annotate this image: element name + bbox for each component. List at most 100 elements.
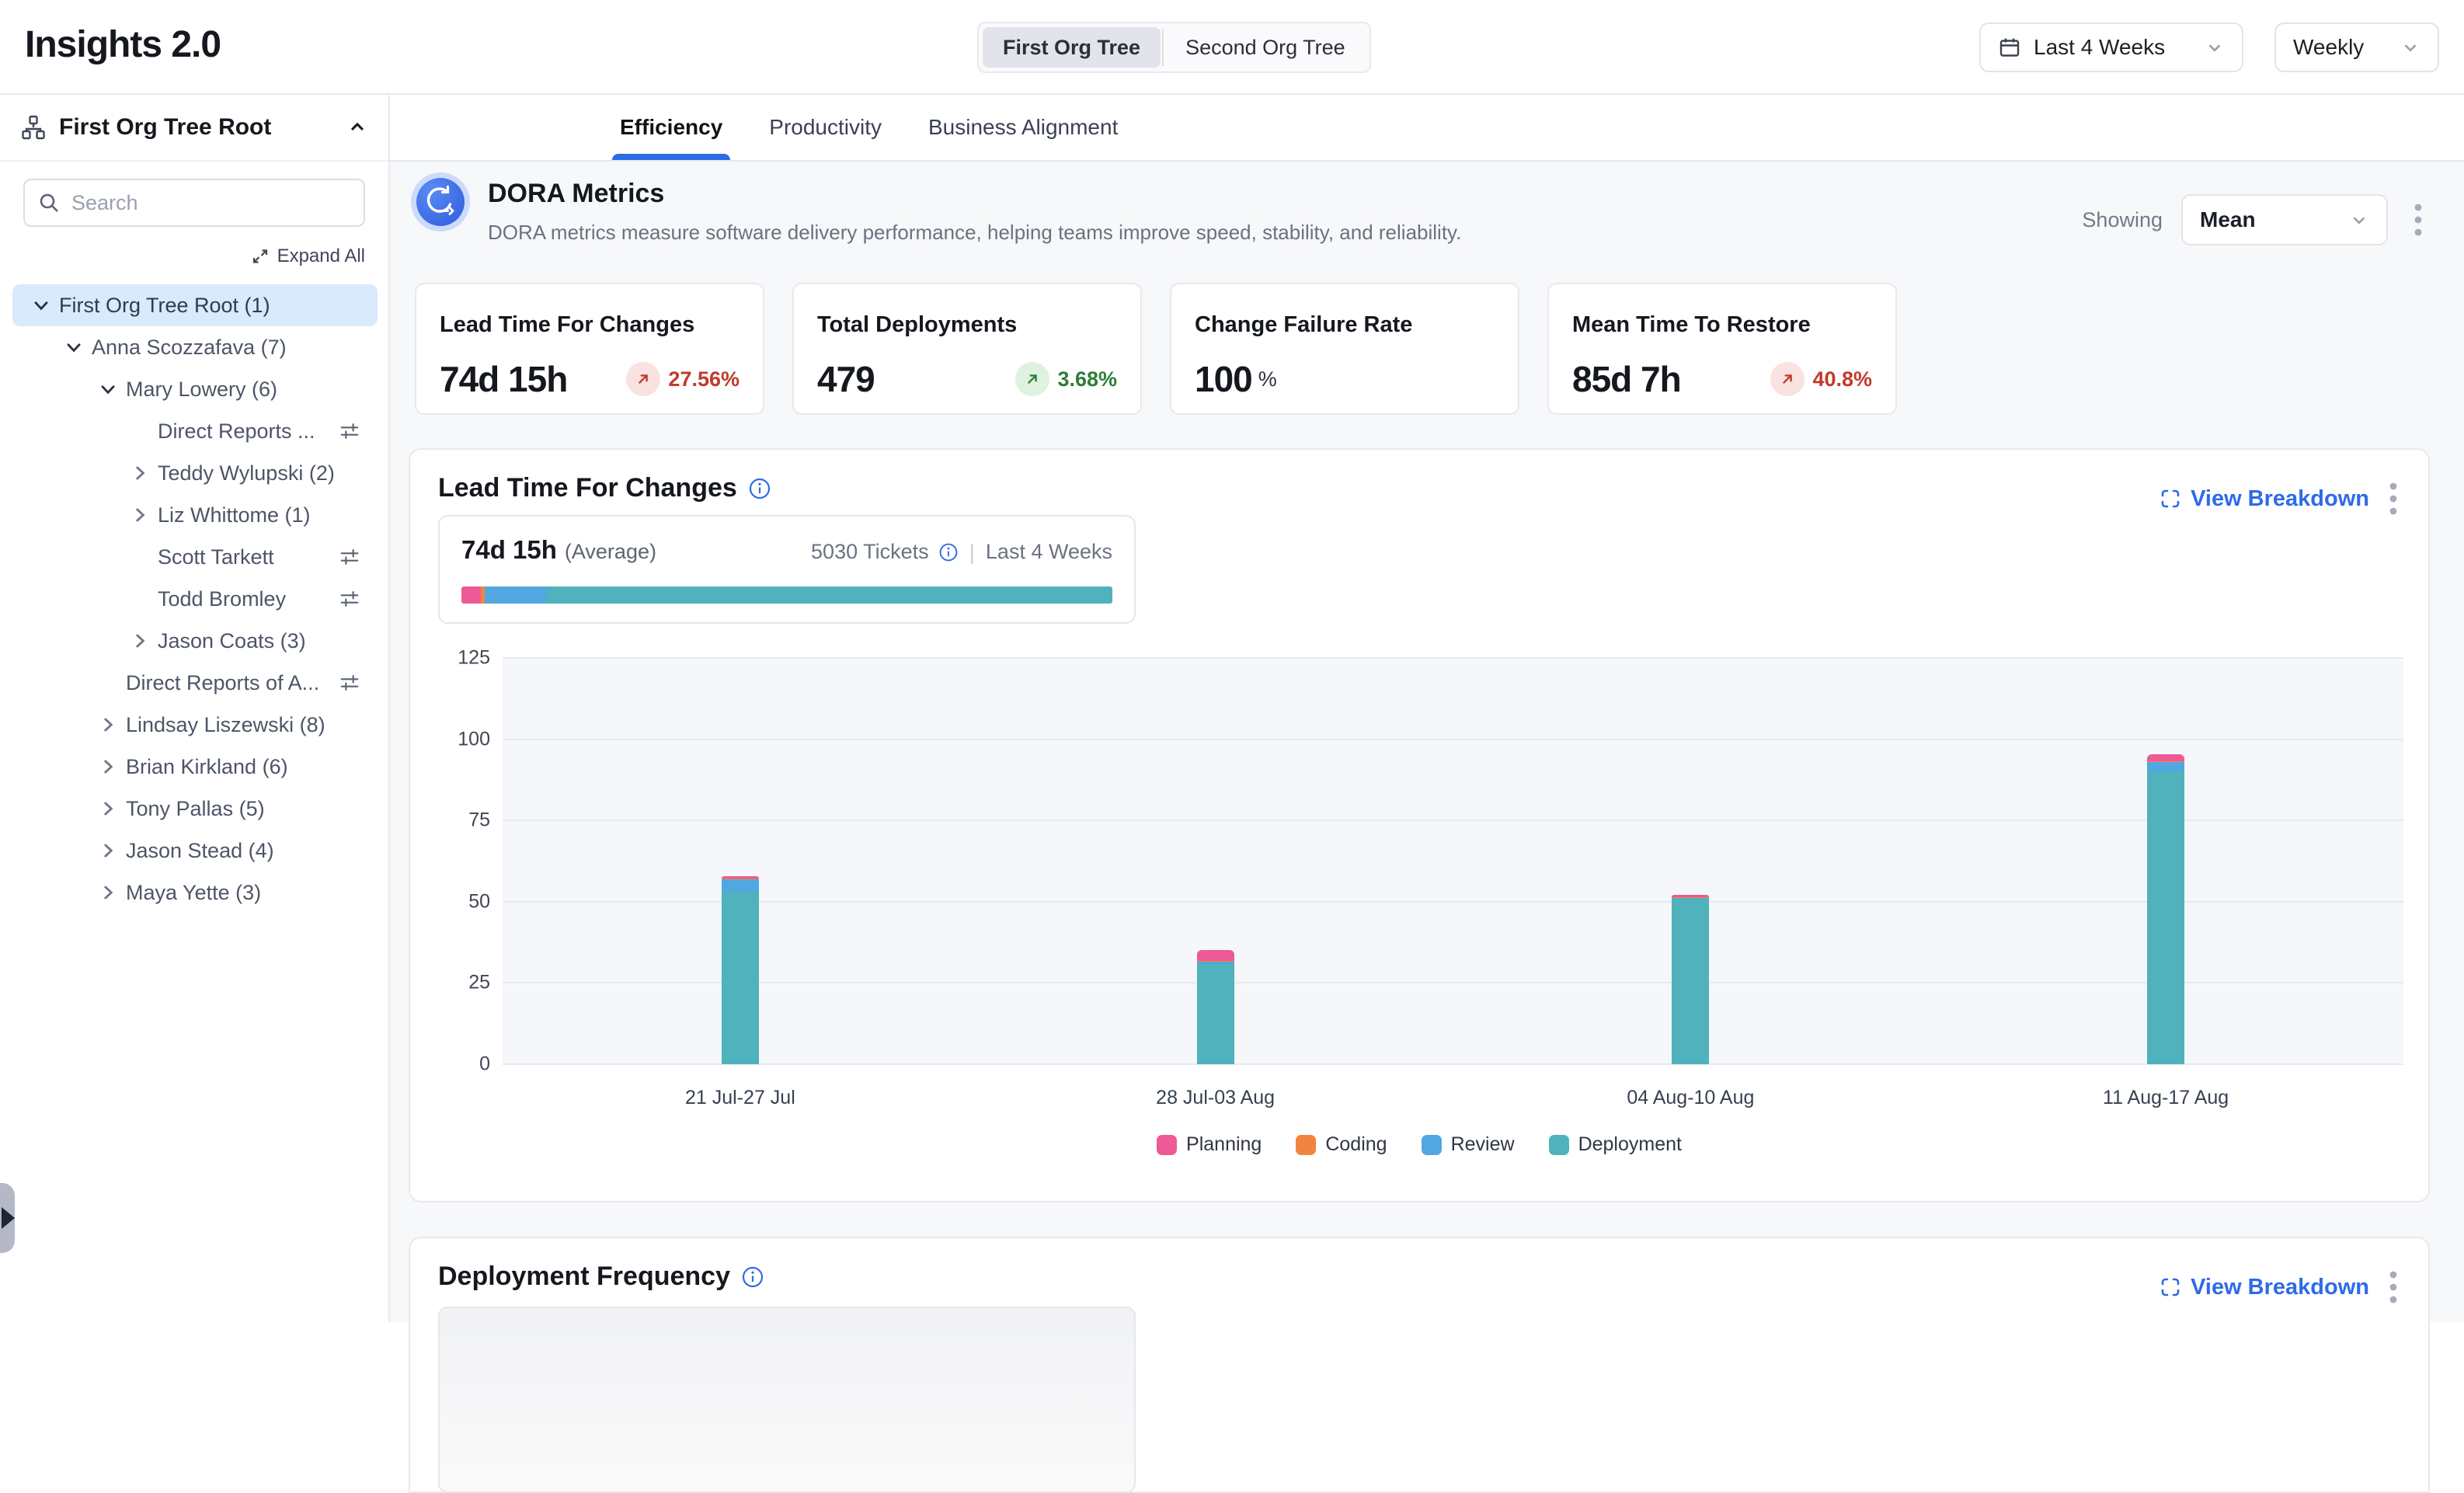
chevron-down-icon[interactable] — [98, 379, 118, 399]
tab-efficiency[interactable]: Efficiency — [620, 95, 722, 160]
tree-item-label: Direct Reports of A... — [126, 671, 319, 695]
expand-icon — [251, 247, 270, 266]
metric-card: Change Failure Rate100% — [1170, 283, 1519, 415]
summary-period: Last 4 Weeks — [986, 540, 1112, 564]
org-tree-toggle: First Org TreeSecond Org Tree — [977, 22, 1371, 73]
dora-kebab-menu[interactable] — [2407, 199, 2430, 241]
chart-bar[interactable] — [2147, 658, 2184, 1064]
chevron-down-icon[interactable] — [64, 337, 84, 357]
search-input[interactable] — [71, 191, 351, 215]
lead-time-kebab-menu[interactable] — [2382, 478, 2405, 520]
trend-badge: 40.8% — [1770, 362, 1872, 396]
chevron-right-icon[interactable] — [98, 882, 118, 903]
date-range-select[interactable]: Last 4 Weeks — [1979, 23, 2243, 72]
chart-legend: Planning Coding Review Deployment — [410, 1133, 2428, 1156]
legend-item-planning[interactable]: Planning — [1157, 1133, 1262, 1156]
chevron-down-icon[interactable] — [31, 295, 51, 315]
chevron-right-icon[interactable] — [98, 799, 118, 819]
legend-item-review[interactable]: Review — [1422, 1133, 1515, 1156]
trend-delta: 3.68% — [1057, 367, 1117, 392]
tree-item[interactable]: Todd Bromley — [12, 578, 378, 620]
tree-item[interactable]: Scott Tarkett — [12, 536, 378, 578]
tree-item-label: Brian Kirkland (6) — [126, 755, 288, 779]
view-breakdown-button[interactable]: View Breakdown — [2159, 486, 2369, 512]
tree-item[interactable]: Jason Coats (3) — [12, 620, 378, 662]
tree-item[interactable]: Liz Whittome (1) — [12, 494, 378, 536]
info-icon[interactable] — [741, 1265, 764, 1289]
tree-item[interactable]: Teddy Wylupski (2) — [12, 452, 378, 494]
filter-sliders-icon[interactable] — [339, 588, 360, 610]
y-axis-tick: 50 — [428, 890, 490, 913]
showing-select[interactable]: Mean — [2181, 194, 2388, 245]
tree-item[interactable]: Maya Yette (3) — [12, 872, 378, 914]
tree-item-label: Direct Reports ... — [158, 419, 315, 444]
tree-item[interactable]: Mary Lowery (6) — [12, 368, 378, 410]
filter-sliders-icon[interactable] — [339, 420, 360, 442]
chevron-right-icon[interactable] — [98, 840, 118, 861]
chevron-right-icon[interactable] — [98, 757, 118, 777]
legend-item-coding[interactable]: Coding — [1296, 1133, 1387, 1156]
chevron-right-icon[interactable] — [98, 715, 118, 735]
tab-business-alignment[interactable]: Business Alignment — [928, 95, 1118, 160]
chevron-right-icon[interactable] — [130, 463, 150, 483]
chevron-right-icon[interactable] — [130, 505, 150, 525]
tree-item[interactable]: Direct Reports ... — [12, 410, 378, 452]
gridline — [503, 901, 2403, 903]
filter-sliders-icon[interactable] — [339, 546, 360, 568]
bar-segment-deployment — [1197, 963, 1234, 1064]
tree-item-label: Jason Stead (4) — [126, 839, 274, 863]
legend-item-deployment[interactable]: Deployment — [1549, 1133, 1682, 1156]
expand-all-button[interactable]: Expand All — [251, 245, 365, 267]
filter-sliders-icon[interactable] — [339, 672, 360, 694]
chevron-right-icon[interactable] — [130, 631, 150, 651]
org-tree-toggle-option[interactable]: First Org Tree — [983, 27, 1161, 68]
tree-item[interactable]: First Org Tree Root (1) — [12, 284, 378, 326]
tree-item[interactable]: Tony Pallas (5) — [12, 788, 378, 830]
tree-item-label: Anna Scozzafava (7) — [92, 336, 287, 360]
x-axis-label: 28 Jul-03 Aug — [1156, 1087, 1275, 1109]
info-icon[interactable] — [938, 542, 959, 562]
phase-segment-deployment — [546, 586, 1112, 604]
tree-item-label: Maya Yette (3) — [126, 881, 261, 905]
dora-metrics-icon — [416, 178, 465, 226]
metric-card-title: Mean Time To Restore — [1572, 312, 1872, 338]
bar-segment-planning — [722, 876, 759, 879]
lead-time-title: Lead Time For Changes — [438, 473, 737, 503]
bar-segment-planning — [1197, 950, 1234, 962]
sidebar-search — [23, 179, 365, 227]
info-icon[interactable] — [748, 477, 771, 500]
deployment-frequency-title: Deployment Frequency — [438, 1262, 730, 1292]
tab-productivity[interactable]: Productivity — [769, 95, 882, 160]
tab-bar: Efficiency Productivity Business Alignment — [390, 95, 2464, 162]
metric-card: Total Deployments4793.68% — [792, 283, 1142, 415]
tree-item[interactable]: Direct Reports of A... — [12, 662, 378, 704]
search-icon — [37, 191, 61, 214]
legend-swatch — [1549, 1135, 1569, 1155]
sidebar-header[interactable]: First Org Tree Root — [0, 95, 388, 162]
chart-bar[interactable] — [1197, 658, 1234, 1064]
chevron-up-icon[interactable] — [346, 117, 368, 138]
org-tree-toggle-option[interactable]: Second Org Tree — [1165, 27, 1366, 68]
granularity-select[interactable]: Weekly — [2274, 23, 2439, 72]
y-axis-tick: 100 — [428, 728, 490, 750]
phase-segment-review — [485, 586, 546, 604]
deployment-kebab-menu[interactable] — [2382, 1266, 2405, 1308]
bar-segment-deployment — [1672, 899, 1709, 1064]
tree-item-label: Tony Pallas (5) — [126, 797, 265, 821]
tree-item[interactable]: Anna Scozzafava (7) — [12, 326, 378, 368]
tree-item-label: Mary Lowery (6) — [126, 378, 277, 402]
y-axis-tick: 25 — [428, 972, 490, 994]
summary-value: 74d 15h — [461, 535, 557, 565]
tree-item[interactable]: Jason Stead (4) — [12, 830, 378, 872]
chevron-down-icon — [2349, 210, 2369, 230]
chart-bar[interactable] — [722, 658, 759, 1064]
y-axis-tick: 75 — [428, 809, 490, 832]
tree-item[interactable]: Lindsay Liszewski (8) — [12, 704, 378, 746]
metric-card-title: Total Deployments — [817, 312, 1117, 338]
y-axis-tick: 125 — [428, 647, 490, 670]
chart-bar[interactable] — [1672, 658, 1709, 1064]
view-breakdown-button[interactable]: View Breakdown — [2159, 1275, 2369, 1300]
tree-item[interactable]: Brian Kirkland (6) — [12, 746, 378, 788]
tree-item-label: First Org Tree Root (1) — [59, 294, 270, 318]
sidebar-collapse-handle[interactable] — [0, 1183, 15, 1253]
